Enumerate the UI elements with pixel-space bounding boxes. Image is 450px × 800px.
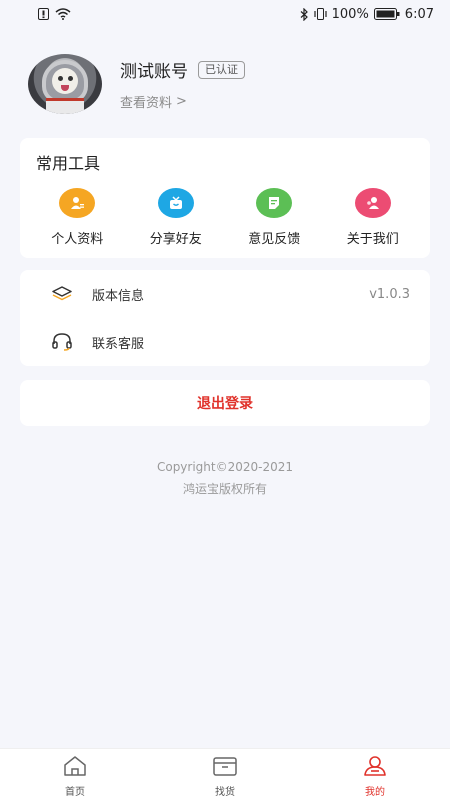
version-value: v1.0.3 <box>369 286 410 302</box>
tab-home[interactable]: 首页 <box>0 749 150 800</box>
settings-card: 版本信息 v1.0.3 联系客服 <box>20 270 430 366</box>
profile-icon <box>362 755 388 781</box>
battery-percent: 100% <box>331 6 369 22</box>
profile-header[interactable]: 测试账号 已认证 查看资料 > <box>28 52 428 116</box>
feedback-icon <box>256 188 293 218</box>
version-info-item[interactable]: 版本信息 v1.0.3 <box>20 270 430 318</box>
status-right: 100% 6:07 <box>300 7 434 22</box>
tool-profile[interactable]: 个人资料 <box>37 188 117 247</box>
logout-label: 退出登录 <box>197 396 253 412</box>
tab-find-goods[interactable]: 找货 <box>150 749 300 800</box>
tab-bar: 首页 找货 我的 <box>0 748 450 800</box>
tab-label: 首页 <box>65 787 85 798</box>
profile-info: 测试账号 已认证 查看资料 > <box>120 57 245 111</box>
box-icon <box>212 755 238 781</box>
user-name: 测试账号 <box>120 62 188 82</box>
tool-label: 意见反馈 <box>248 232 301 247</box>
copyright-block: Copyright©2020-2021 鸿运宝版权所有 <box>0 456 450 500</box>
logout-button[interactable]: 退出登录 <box>20 380 430 426</box>
verified-badge: 已认证 <box>198 60 245 79</box>
notification-icon <box>38 8 49 20</box>
layers-icon <box>50 285 74 303</box>
share-tv-icon <box>157 188 194 218</box>
status-bar: 100% 6:07 <box>0 0 450 28</box>
tab-label: 找货 <box>215 787 235 798</box>
tool-label: 个人资料 <box>51 232 104 247</box>
about-icon <box>354 188 391 218</box>
status-left <box>38 8 71 20</box>
clock: 6:07 <box>404 6 434 22</box>
avatar[interactable] <box>28 54 102 114</box>
tool-feedback[interactable]: 意见反馈 <box>234 188 314 247</box>
tools-title: 常用工具 <box>36 154 101 173</box>
home-icon <box>62 755 88 781</box>
bluetooth-icon <box>300 7 309 21</box>
tab-mine[interactable]: 我的 <box>300 749 450 800</box>
name-row: 测试账号 已认证 <box>120 57 245 82</box>
wifi-icon <box>55 8 71 20</box>
tab-label: 我的 <box>365 787 385 798</box>
copyright-text: Copyright©2020-2021 <box>156 460 294 474</box>
customer-service-item[interactable]: 联系客服 <box>20 318 430 366</box>
vibrate-icon <box>314 8 327 20</box>
rights-text: 鸿运宝版权所有 <box>182 482 267 496</box>
tool-label: 关于我们 <box>346 232 399 247</box>
tool-about[interactable]: 关于我们 <box>333 188 413 247</box>
user-icon <box>59 188 96 218</box>
customer-service-label: 联系客服 <box>92 336 145 352</box>
view-profile-link[interactable]: 查看资料 > <box>120 92 245 111</box>
tool-share[interactable]: 分享好友 <box>136 188 216 247</box>
view-profile-label: 查看资料 <box>120 96 173 111</box>
tool-label: 分享好友 <box>149 232 202 247</box>
tools-card: 常用工具 个人资料 分享好友 意见反馈 关于我们 <box>20 138 430 258</box>
chevron-right-icon: > <box>176 94 187 109</box>
battery-icon <box>373 8 400 20</box>
tools-row: 个人资料 分享好友 意见反馈 关于我们 <box>20 188 430 247</box>
version-info-label: 版本信息 <box>92 288 145 304</box>
headset-icon <box>50 332 74 352</box>
